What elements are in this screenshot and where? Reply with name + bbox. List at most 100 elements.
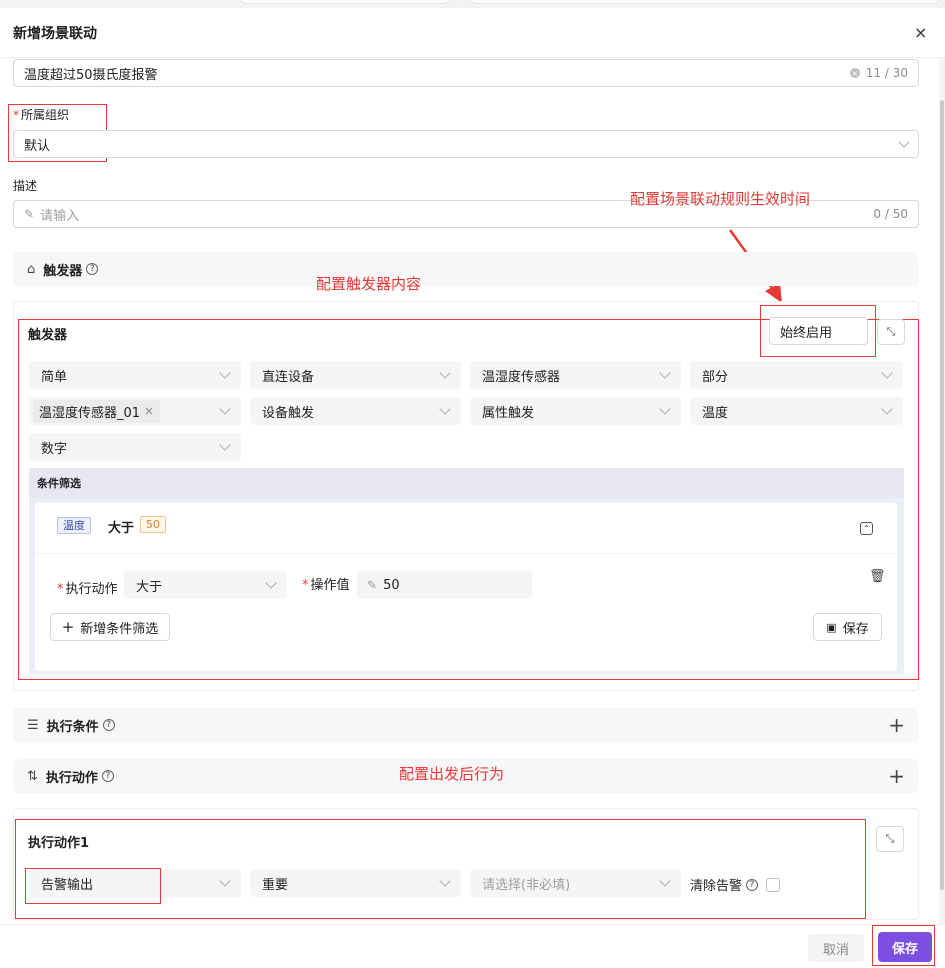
- annotation-effective-time: 配置场景联动规则生效时间: [630, 190, 811, 208]
- clear-icon[interactable]: ×: [849, 68, 860, 78]
- chevron-down-icon: [439, 875, 451, 887]
- select-value: 重要: [262, 877, 289, 893]
- conditions-section-title: 执行条件: [46, 719, 99, 735]
- add-condition-label: 新增条件筛选: [80, 621, 159, 637]
- trigger-kind-select[interactable]: 属性触发: [470, 397, 681, 425]
- collapse-icon[interactable]: ⤡: [877, 319, 905, 345]
- chevron-down-icon: [219, 875, 231, 887]
- footer-divider: [0, 924, 945, 925]
- scene-name-value: 温度超过50摄氏度报警: [24, 67, 158, 83]
- help-icon[interactable]: ?: [746, 878, 759, 891]
- org-label: * 所属组织: [13, 108, 70, 122]
- operand-input[interactable]: ✎ 50: [357, 571, 532, 599]
- background-pill: [470, 0, 940, 4]
- device-scope-select[interactable]: 部分: [690, 361, 903, 389]
- save-icon: ▣: [826, 620, 837, 634]
- select-value: 直连设备: [262, 369, 315, 385]
- delete-icon[interactable]: 🗑: [869, 569, 886, 584]
- operator-select[interactable]: 大于: [124, 571, 287, 599]
- add-action-icon[interactable]: +: [888, 764, 905, 788]
- annotation-trigger-content: 配置触发器内容: [316, 275, 422, 293]
- branch-icon: ⇅: [27, 768, 38, 784]
- desc-label: 描述: [13, 179, 38, 193]
- select-value: 属性触发: [482, 405, 535, 421]
- condition-filter-title: 条件筛选: [37, 477, 81, 490]
- trigger-section-header[interactable]: ⌂ 触发器 ?: [13, 252, 919, 286]
- collapse-icon[interactable]: ⤡: [876, 826, 904, 852]
- pencil-icon: ✎: [24, 207, 35, 221]
- conditions-section-header[interactable]: ☰ 执行条件 ? +: [13, 708, 919, 742]
- chevron-down-icon: [659, 875, 671, 887]
- save-condition-button[interactable]: ▣ 保存: [813, 613, 882, 641]
- product-select[interactable]: 温湿度传感器: [470, 361, 681, 389]
- value-tag: 50: [140, 516, 166, 533]
- save-condition-label: 保存: [842, 621, 869, 637]
- select-value: 部分: [702, 369, 729, 385]
- action-label: * 执行动作: [57, 582, 118, 597]
- chevron-down-icon: [219, 439, 231, 451]
- select-value: 温湿度传感器: [482, 369, 561, 385]
- trigger-title: 触发器: [28, 328, 68, 343]
- collapse-up-icon[interactable]: ⌃: [860, 522, 873, 535]
- help-icon[interactable]: ?: [102, 719, 115, 731]
- trigger-section-title: 触发器: [43, 263, 83, 279]
- chevron-down-icon: [439, 367, 451, 379]
- alarm-level-select[interactable]: 重要: [250, 869, 461, 897]
- value-type-select[interactable]: 数字: [29, 433, 241, 461]
- chevron-down-icon: [881, 403, 893, 415]
- device-type-select[interactable]: 直连设备: [250, 361, 461, 389]
- actions-section-title: 执行动作: [45, 770, 98, 786]
- chevron-down-icon: [439, 403, 451, 415]
- name-counter: × 11 / 30: [849, 66, 908, 80]
- org-value: 默认: [24, 138, 51, 154]
- optional-placeholder: 请选择(非必填): [482, 877, 571, 893]
- help-icon[interactable]: ?: [101, 770, 114, 782]
- operand-label: * 操作值: [302, 578, 350, 593]
- select-value: 温度: [702, 405, 729, 421]
- chevron-down-icon: [659, 367, 671, 379]
- enable-mode-select[interactable]: 始终启用: [769, 317, 868, 345]
- select-value: 大于: [136, 579, 163, 595]
- operand-value: 50: [383, 577, 400, 593]
- trigger-type-select[interactable]: 简单: [29, 361, 241, 389]
- chevron-down-icon: [881, 367, 893, 379]
- annotation-box-alarm: [25, 868, 161, 904]
- tag-close-icon[interactable]: ×: [144, 404, 154, 418]
- clear-alarm-label: 清除告警: [690, 879, 743, 894]
- plus-icon: +: [61, 618, 75, 636]
- annotation-after-trigger: 配置出发后行为: [399, 765, 505, 783]
- desc-placeholder: 请输入: [40, 208, 80, 224]
- chevron-down-icon: [898, 136, 910, 148]
- property-tag: 温度: [57, 517, 91, 534]
- add-condition-button[interactable]: + 新增条件筛选: [50, 613, 170, 641]
- add-condition-icon[interactable]: +: [888, 713, 905, 737]
- list-icon: ☰: [27, 717, 39, 733]
- device-tag-label: 温湿度传感器_01: [39, 405, 141, 421]
- scene-name-input[interactable]: 温度超过50摄氏度报警 × 11 / 30: [13, 59, 919, 87]
- pencil-icon: ✎: [367, 578, 378, 592]
- clear-alarm-checkbox[interactable]: [766, 877, 781, 892]
- device-tag: 温湿度传感器_01 ×: [33, 399, 161, 423]
- background-tabs: [0, 0, 945, 8]
- property-select[interactable]: 温度: [690, 397, 903, 425]
- dialog-title: 新增场景联动: [13, 26, 97, 42]
- desc-counter: 0 / 50: [873, 207, 908, 221]
- background-pill: [240, 0, 450, 4]
- cancel-button[interactable]: 取消: [808, 934, 864, 962]
- close-icon[interactable]: ×: [914, 23, 927, 42]
- header-divider: [0, 57, 945, 58]
- help-icon[interactable]: ?: [86, 263, 99, 275]
- trigger-icon: ⌂: [27, 261, 36, 277]
- chevron-down-icon: [265, 577, 277, 589]
- optional-select[interactable]: 请选择(非必填): [470, 869, 681, 897]
- trigger-mode-select[interactable]: 设备触发: [250, 397, 461, 425]
- select-value: 数字: [41, 441, 68, 457]
- select-value: 简单: [41, 369, 68, 385]
- action-title: 执行动作1: [28, 836, 90, 851]
- save-button[interactable]: 保存: [878, 932, 932, 962]
- device-multi-select[interactable]: 温湿度传感器_01 ×: [29, 397, 241, 425]
- chevron-down-icon: [219, 403, 231, 415]
- scrollbar-thumb[interactable]: [940, 100, 944, 890]
- chevron-down-icon: [659, 403, 671, 415]
- org-select[interactable]: 默认: [13, 130, 919, 158]
